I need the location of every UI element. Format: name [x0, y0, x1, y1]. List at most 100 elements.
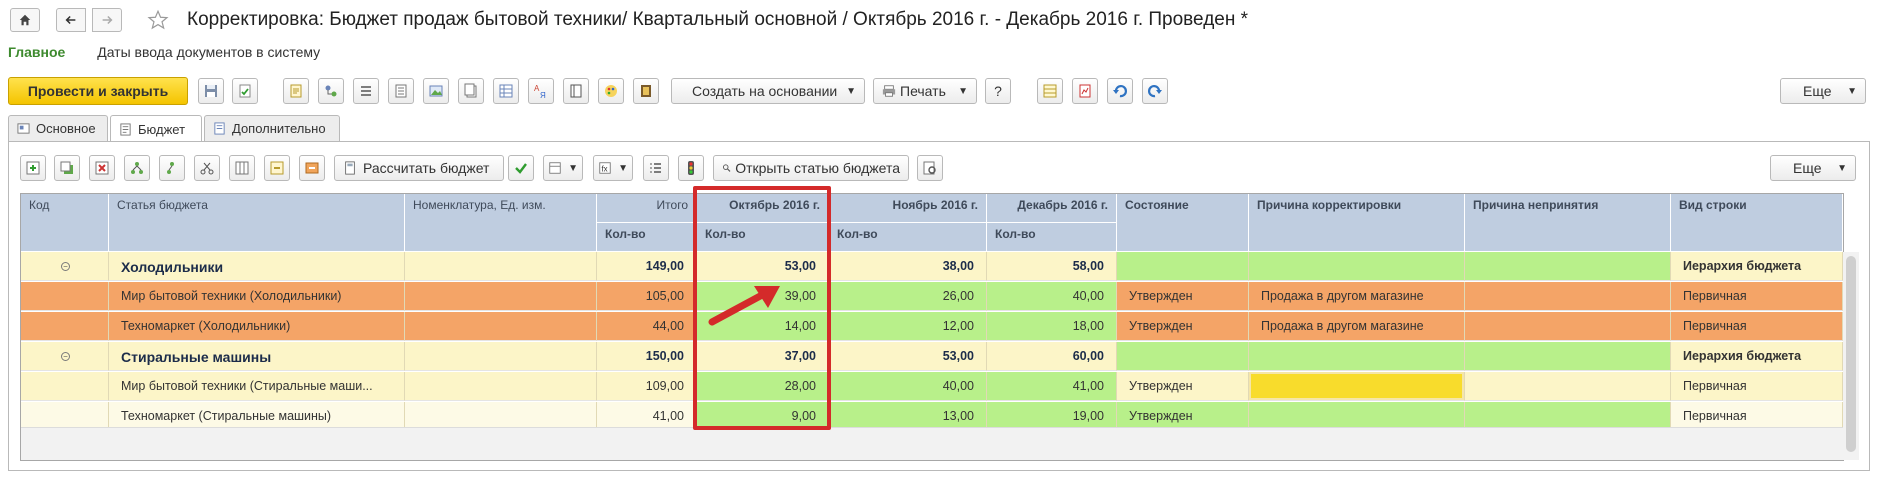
post-button[interactable]: [232, 78, 258, 104]
image-button[interactable]: [423, 78, 449, 104]
cell-nov[interactable]: 12,00: [829, 312, 987, 341]
book-button[interactable]: [633, 78, 659, 104]
col-total-header[interactable]: Итого: [597, 194, 697, 223]
cell-total[interactable]: 44,00: [597, 312, 697, 341]
check-button[interactable]: [508, 155, 534, 181]
more-button[interactable]: Еще ▼: [1780, 78, 1866, 104]
chart-button[interactable]: [1072, 78, 1098, 104]
cell-article[interactable]: Техномаркет (Холодильники): [109, 312, 405, 341]
favorite-star-icon[interactable]: [147, 9, 169, 31]
cell-reason[interactable]: [1249, 252, 1465, 281]
col-reason-header[interactable]: Причина корректировки: [1249, 194, 1465, 252]
section-main[interactable]: Главное: [8, 44, 65, 60]
list-button[interactable]: [353, 78, 379, 104]
columns-button[interactable]: [229, 155, 255, 181]
print-dropdown[interactable]: Печать ▼: [873, 78, 977, 104]
copy-row-button[interactable]: [54, 155, 80, 181]
cell-dec[interactable]: 18,00: [987, 312, 1117, 341]
cell-reason[interactable]: Продажа в другом магазине: [1249, 312, 1465, 341]
open-budget-article-button[interactable]: Открыть статью бюджета: [713, 155, 909, 181]
cell-row_type[interactable]: Первичная: [1671, 312, 1843, 341]
col-row-type-header[interactable]: Вид строки: [1671, 194, 1843, 252]
traffic-light-button[interactable]: [678, 155, 704, 181]
tab-main[interactable]: Основное: [8, 115, 108, 141]
col-nomenclature-header[interactable]: Номенклатура, Ед. изм.: [405, 194, 597, 252]
cell-article[interactable]: Холодильники: [109, 252, 405, 281]
hierarchy-up-button[interactable]: [159, 155, 185, 181]
post-and-close-button[interactable]: Провести и закрыть: [8, 77, 188, 105]
numbered-list-button[interactable]: [643, 155, 669, 181]
add-row-button[interactable]: [20, 155, 46, 181]
cell-reject[interactable]: [1465, 342, 1671, 371]
structure-button[interactable]: [318, 78, 344, 104]
cell-reason[interactable]: [1249, 342, 1465, 371]
fill-button[interactable]: [264, 155, 290, 181]
cell-article[interactable]: Мир бытовой техники (Холодильники): [109, 282, 405, 311]
col-dec-qty-header[interactable]: Кол-во: [987, 223, 1117, 252]
create-based-on-dropdown[interactable]: Создать на основании ▼: [671, 78, 865, 104]
back-button[interactable]: [56, 8, 86, 32]
redo-button[interactable]: [1142, 78, 1168, 104]
cell-row_type[interactable]: Первичная: [1671, 282, 1843, 311]
table-view-button[interactable]: [493, 78, 519, 104]
forward-button[interactable]: [92, 8, 122, 32]
table-settings-dropdown[interactable]: ▼: [543, 155, 583, 181]
cell-dec[interactable]: 58,00: [987, 252, 1117, 281]
cell-dec[interactable]: 40,00: [987, 282, 1117, 311]
col-state-header[interactable]: Состояние: [1117, 194, 1249, 252]
save-button[interactable]: [198, 78, 224, 104]
cell-article[interactable]: Стиральные машины: [109, 342, 405, 371]
cell-nov[interactable]: 40,00: [829, 372, 987, 401]
cell-code[interactable]: −: [21, 252, 109, 281]
cell-code[interactable]: [21, 312, 109, 341]
col-dec-header[interactable]: Декабрь 2016 г.: [987, 194, 1117, 223]
col-code-header[interactable]: Код: [21, 194, 109, 252]
reason-edit-field[interactable]: [1251, 374, 1462, 398]
calculate-budget-button[interactable]: Рассчитать бюджет: [334, 155, 504, 181]
delete-row-button[interactable]: [89, 155, 115, 181]
cell-nomenclature[interactable]: [405, 282, 597, 311]
report-button[interactable]: [388, 78, 414, 104]
cell-nomenclature[interactable]: [405, 372, 597, 401]
cell-nomenclature[interactable]: [405, 342, 597, 371]
cell-total[interactable]: 109,00: [597, 372, 697, 401]
cell-row_type[interactable]: Иерархия бюджета: [1671, 252, 1843, 281]
cell-nov[interactable]: 38,00: [829, 252, 987, 281]
cell-total[interactable]: 105,00: [597, 282, 697, 311]
cell-article[interactable]: Мир бытовой техники (Стиральные маши...: [109, 372, 405, 401]
export-button[interactable]: [299, 155, 325, 181]
undo-button[interactable]: [1107, 78, 1133, 104]
palette-button[interactable]: [598, 78, 624, 104]
cell-total[interactable]: 149,00: [597, 252, 697, 281]
cell-dec[interactable]: 41,00: [987, 372, 1117, 401]
cell-state[interactable]: Утвержден: [1117, 282, 1249, 311]
cell-reason[interactable]: Продажа в другом магазине: [1249, 282, 1465, 311]
sort-button[interactable]: AЯ: [528, 78, 554, 104]
grid-settings-button[interactable]: [1037, 78, 1063, 104]
collapse-group-icon[interactable]: −: [61, 352, 70, 361]
cell-nov[interactable]: 53,00: [829, 342, 987, 371]
hierarchy-button[interactable]: [124, 155, 150, 181]
tab-budget[interactable]: Бюджет: [110, 115, 202, 142]
cell-dec[interactable]: 60,00: [987, 342, 1117, 371]
col-reject-header[interactable]: Причина непринятия: [1465, 194, 1671, 252]
journal-button[interactable]: [563, 78, 589, 104]
cell-total[interactable]: 150,00: [597, 342, 697, 371]
col-total-qty-header[interactable]: Кол-во: [597, 223, 697, 252]
tab-additional[interactable]: Дополнительно: [204, 115, 340, 141]
cell-row_type[interactable]: Иерархия бюджета: [1671, 342, 1843, 371]
cell-reject[interactable]: [1465, 252, 1671, 281]
cell-reject[interactable]: [1465, 312, 1671, 341]
cell-reason[interactable]: [1249, 372, 1465, 401]
cell-nov[interactable]: 26,00: [829, 282, 987, 311]
formula-dropdown[interactable]: fx ▼: [593, 155, 633, 181]
attach-button[interactable]: [458, 78, 484, 104]
budget-more-button[interactable]: Еще ▼: [1770, 155, 1856, 181]
document-button[interactable]: [283, 78, 309, 104]
cell-nomenclature[interactable]: [405, 252, 597, 281]
section-dates[interactable]: Даты ввода документов в систему: [97, 44, 320, 60]
cell-code[interactable]: [21, 282, 109, 311]
home-button[interactable]: [10, 8, 40, 32]
cell-state[interactable]: Утвержден: [1117, 312, 1249, 341]
help-button[interactable]: ?: [985, 78, 1011, 104]
